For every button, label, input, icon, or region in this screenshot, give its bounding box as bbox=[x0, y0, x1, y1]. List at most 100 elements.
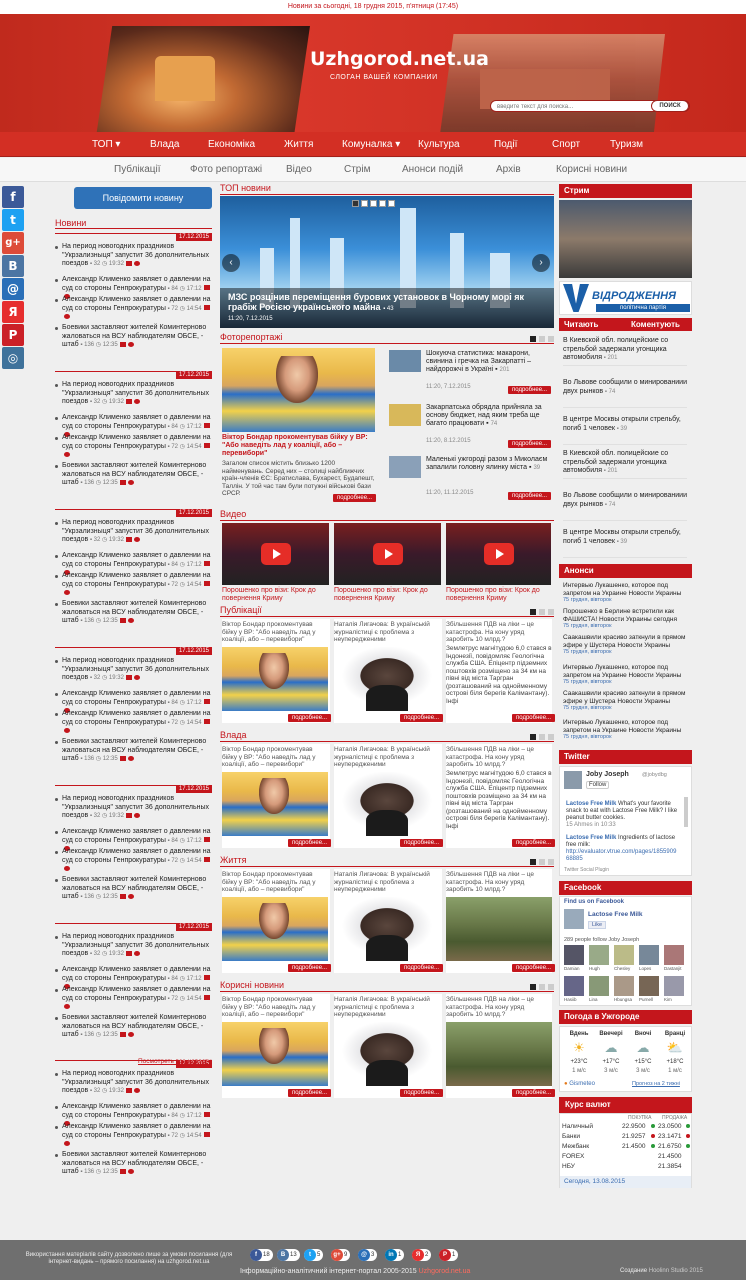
avatar[interactable] bbox=[564, 976, 584, 996]
avatar[interactable] bbox=[664, 945, 684, 965]
avatar[interactable] bbox=[614, 976, 634, 996]
facebook-page-name[interactable]: Lactose Free Milk bbox=[588, 911, 643, 918]
reading-item[interactable]: Во Львове сообщили о минированиии двух р… bbox=[563, 379, 691, 396]
avatar[interactable] bbox=[664, 976, 684, 996]
section-pager[interactable] bbox=[527, 732, 554, 742]
slider-caption[interactable]: МЗС розцінив переміщення бурових установ… bbox=[220, 288, 554, 328]
avatar[interactable] bbox=[639, 976, 659, 996]
section-pager[interactable] bbox=[527, 857, 554, 867]
footer-site-link[interactable]: Uzhgorod.net.ua bbox=[419, 1268, 471, 1275]
footer-share-mail-button[interactable]: @3 bbox=[358, 1249, 378, 1261]
nav-item-life[interactable]: Життя bbox=[284, 132, 313, 157]
tab-commenting[interactable]: Коментують bbox=[631, 318, 680, 331]
reading-item[interactable]: В центре Москвы открыли стрельбу, погиб … bbox=[563, 416, 691, 433]
list-item[interactable]: Александр Клименко заявляет о давлении н… bbox=[55, 572, 212, 598]
footer-share-twitter-button[interactable]: t5 bbox=[304, 1249, 324, 1261]
avatar[interactable] bbox=[564, 945, 584, 965]
facebook-icon[interactable]: f bbox=[250, 1249, 262, 1261]
card-title[interactable]: Віктор Бондар прокоментував бійку у ВР: … bbox=[222, 871, 328, 894]
stream-image[interactable] bbox=[559, 200, 692, 278]
facebook-like-button[interactable]: Like bbox=[588, 921, 607, 929]
nav-item-top[interactable]: ТОП ▾ bbox=[92, 132, 120, 157]
card-image[interactable] bbox=[446, 897, 552, 961]
announce-item[interactable]: Порошенко в Берлине встретили как ФАШИСТ… bbox=[563, 608, 691, 631]
google-plus-icon[interactable]: g+ bbox=[331, 1249, 343, 1261]
top-news-slider[interactable]: ‹ › МЗС розцінив переміщення бурових уст… bbox=[220, 196, 554, 328]
list-item[interactable]: Боевики заставляют жителей Коминтерново … bbox=[55, 1014, 212, 1040]
photo-list-title[interactable]: Шокуюча статистика: макарони, свинина і … bbox=[426, 350, 550, 374]
reading-item[interactable]: В центре Москвы открыли стрельбу, погиб … bbox=[563, 529, 691, 546]
news-item-text[interactable]: Боевики заставляют жителей Коминтерново … bbox=[62, 462, 212, 488]
reading-item[interactable]: В Киевской обл. полицейские со стрельбой… bbox=[563, 450, 691, 476]
card-title[interactable]: Віктор Бондар прокоментував бійку у ВР: … bbox=[222, 996, 328, 1019]
list-item[interactable]: Боевики заставляют жителей Коминтерново … bbox=[55, 462, 212, 488]
list-item[interactable]: Александр Клименко заявляет о давлении н… bbox=[55, 848, 212, 874]
list-item[interactable]: На период новогодних праздников "Укрзали… bbox=[55, 1070, 212, 1096]
card-title[interactable]: Збільшення ПДВ на ліки – це катастрофа. … bbox=[446, 871, 552, 894]
section-title[interactable]: Корисні новини bbox=[220, 980, 284, 990]
more-link[interactable]: подробнее... bbox=[400, 714, 444, 722]
more-link[interactable]: подробнее... bbox=[508, 386, 552, 394]
video-caption-3[interactable]: Порошенко про візи: Крок до повернення К… bbox=[446, 587, 551, 603]
more-link[interactable]: подробнее... bbox=[288, 839, 332, 847]
search-input[interactable] bbox=[497, 102, 647, 111]
vk-icon[interactable]: B bbox=[277, 1249, 289, 1261]
list-item[interactable]: На период новогодних праздников "Укрзали… bbox=[55, 657, 212, 683]
announce-item[interactable]: Интервью Лукашенко, которое под запретом… bbox=[563, 719, 691, 742]
card-image[interactable] bbox=[334, 647, 440, 711]
card-image[interactable] bbox=[222, 897, 328, 961]
footer-share-facebook-button[interactable]: f 18 bbox=[250, 1249, 273, 1261]
party-banner[interactable]: ВІДРОДЖЕННЯ політична партія bbox=[559, 281, 692, 315]
news-item-text[interactable]: На период новогодних праздников "Укрзали… bbox=[62, 795, 212, 821]
video-caption-2[interactable]: Порошенко про візи: Крок до повернення К… bbox=[334, 587, 441, 603]
video-thumb-1[interactable] bbox=[222, 523, 329, 585]
linkedin-icon[interactable]: in bbox=[385, 1249, 397, 1261]
yandex-icon[interactable]: Я bbox=[412, 1249, 424, 1261]
card-title[interactable]: Віктор Бондар прокоментував бійку у ВР: … bbox=[222, 621, 328, 644]
card-title[interactable]: Наталія Лигачова: В українській журналіс… bbox=[334, 621, 440, 644]
pinterest-icon[interactable]: P bbox=[439, 1249, 451, 1261]
news-item-text[interactable]: На период новогодних праздников "Укрзали… bbox=[62, 933, 212, 959]
avatar[interactable] bbox=[589, 976, 609, 996]
more-link[interactable]: подробнее... bbox=[400, 964, 444, 972]
instagram-icon[interactable]: ◎ bbox=[2, 347, 24, 369]
photo-list-thumb[interactable] bbox=[389, 404, 421, 426]
reading-item-text[interactable]: Во Львове сообщили о минированиии двух р… bbox=[563, 492, 687, 508]
subnav-announcements[interactable]: Анонси подій bbox=[402, 158, 463, 182]
reading-item[interactable]: Во Львове сообщили о минированиии двух р… bbox=[563, 492, 691, 509]
facebook-icon[interactable]: f bbox=[2, 186, 24, 208]
list-item[interactable]: Боевики заставляют жителей Коминтерново … bbox=[55, 738, 212, 764]
more-link[interactable]: подробнее... bbox=[512, 964, 556, 972]
photo-list-title-text[interactable]: Закарпатська обрядла прийняла за основу … bbox=[426, 404, 542, 427]
card-image[interactable] bbox=[334, 1022, 440, 1086]
announce-text[interactable]: Саакашвили красиво заткнули в прямом эфи… bbox=[563, 634, 691, 649]
section-title[interactable]: Влада bbox=[220, 730, 247, 740]
vk-icon[interactable]: B bbox=[2, 255, 24, 277]
photo-main-image[interactable] bbox=[222, 348, 375, 432]
more-link[interactable]: подробнее... bbox=[288, 714, 332, 722]
section-title[interactable]: Публікації bbox=[220, 605, 262, 615]
announce-text[interactable]: Интервью Лукашенко, которое под запретом… bbox=[563, 719, 691, 734]
photo-list-thumb[interactable] bbox=[389, 456, 421, 478]
list-item[interactable]: Александр Клименко заявляет о давлении н… bbox=[55, 296, 212, 322]
news-date-bar[interactable]: Новини за сьогодні, 18 грудня 2015, п'ят… bbox=[0, 0, 746, 14]
card-title[interactable]: Віктор Бондар прокоментував бійку у ВР: … bbox=[222, 746, 328, 769]
announce-text[interactable]: Интервью Лукашенко, которое под запретом… bbox=[563, 582, 691, 597]
subnav-stream[interactable]: Стрім bbox=[344, 158, 370, 182]
pinterest-icon[interactable]: P bbox=[2, 324, 24, 346]
photo-list-title[interactable]: Закарпатська обрядла прийняла за основу … bbox=[426, 404, 550, 428]
list-item[interactable]: На период новогодних праздников "Укрзали… bbox=[55, 381, 212, 407]
photo-list-thumb[interactable] bbox=[389, 350, 421, 372]
card-image[interactable] bbox=[222, 647, 328, 711]
footer-studio[interactable]: Создание Hoolinn Studio 2015 bbox=[620, 1268, 703, 1274]
more-link[interactable]: подробнее... bbox=[400, 1089, 444, 1097]
list-item[interactable]: На период новогодних праздников "Укрзали… bbox=[55, 933, 212, 959]
card-title[interactable]: Збільшення ПДВ на ліки – це катастрофа. … bbox=[446, 746, 552, 769]
nav-item-utilities[interactable]: Комуналка ▾ bbox=[342, 132, 400, 157]
news-item-text[interactable]: Александр Клименко заявляет о давлении н… bbox=[62, 1123, 212, 1149]
nav-item-events[interactable]: Події bbox=[494, 132, 517, 157]
news-item-text[interactable]: Александр Клименко заявляет о давлении н… bbox=[62, 986, 212, 1012]
yandex-icon[interactable]: Я bbox=[2, 301, 24, 323]
twitter-name[interactable]: Joby Joseph bbox=[586, 771, 629, 778]
news-item-text[interactable]: Боевики заставляют жителей Коминтерново … bbox=[62, 1151, 212, 1177]
